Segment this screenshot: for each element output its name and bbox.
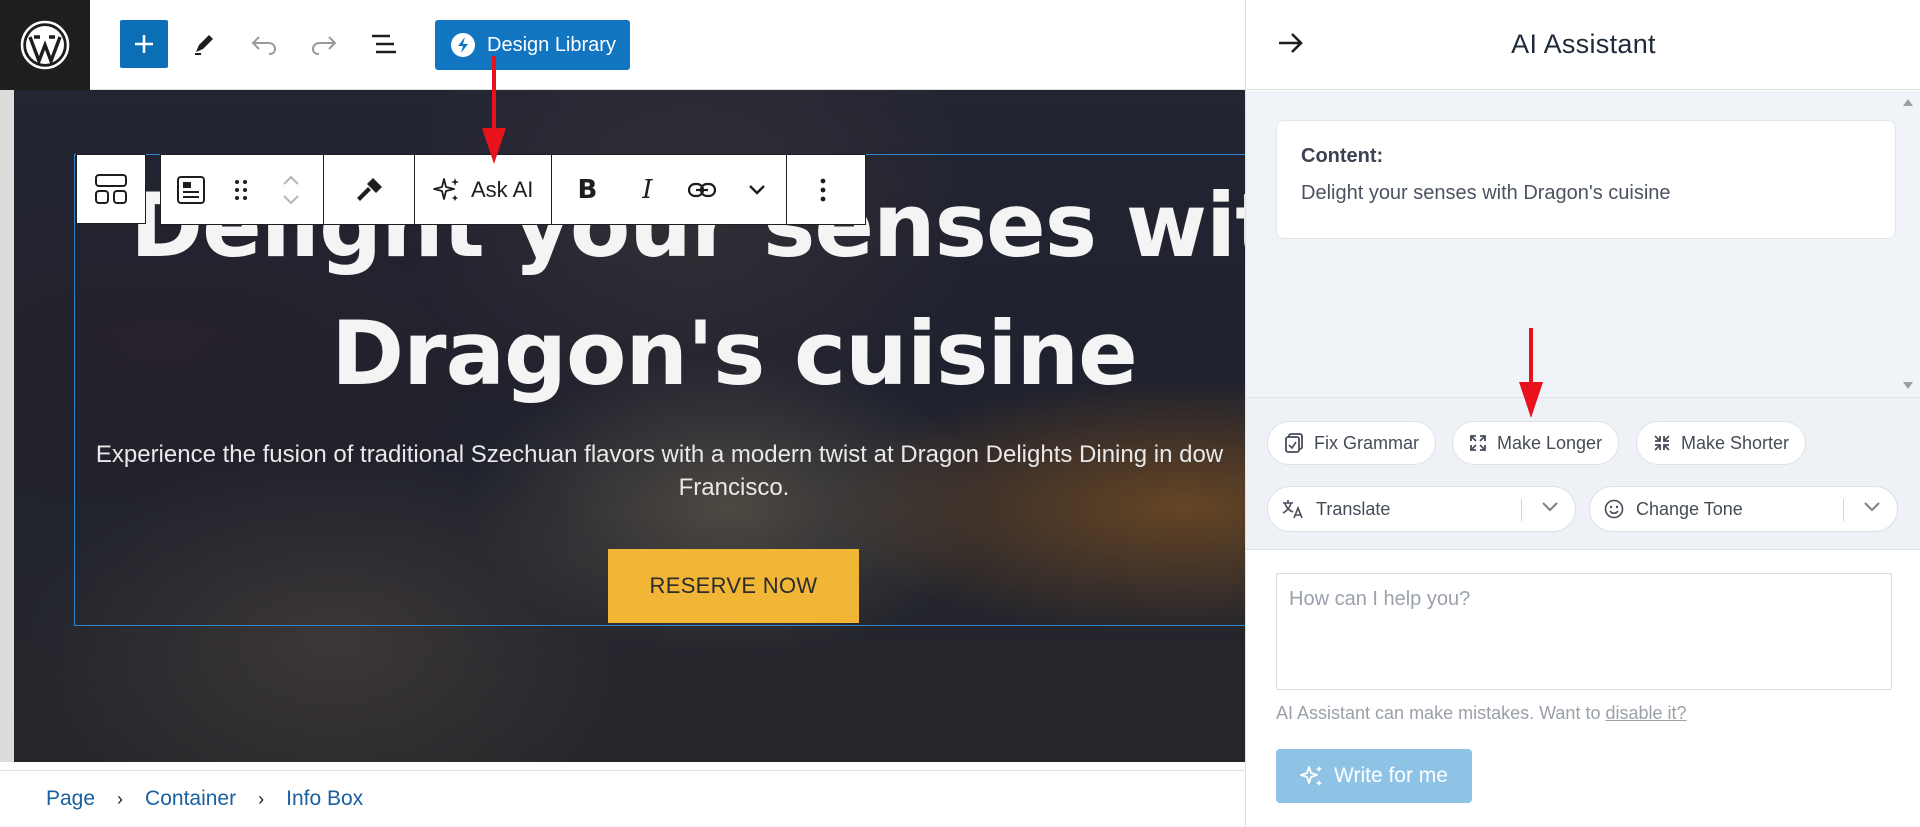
make-shorter-label: Make Shorter xyxy=(1681,432,1790,453)
hero-description[interactable]: Experience the fusion of traditional Sze… xyxy=(74,438,1394,504)
arrow-right-icon[interactable] xyxy=(1276,28,1306,58)
block-toolbar: Ask AI B I xyxy=(160,154,866,225)
content-card: Content: Delight your senses with Dragon… xyxy=(1276,120,1896,239)
expand-icon xyxy=(1470,435,1486,451)
italic-button[interactable]: I xyxy=(622,155,672,224)
redo-icon xyxy=(311,36,337,55)
hero-description-line-1: Experience the fusion of traditional Sze… xyxy=(95,441,1224,468)
ai-actions: Fix Grammar Make Longer Make Shorter Tra… xyxy=(1246,397,1920,550)
document-overview-button[interactable] xyxy=(360,20,408,68)
edit-tool-button[interactable] xyxy=(180,20,228,68)
breadcrumb-item-container[interactable]: Container xyxy=(145,787,236,811)
drag-handle[interactable] xyxy=(221,155,261,224)
bolt-icon xyxy=(451,33,475,57)
change-tone-label: Change Tone xyxy=(1636,498,1743,519)
make-longer-label: Make Longer xyxy=(1497,432,1603,453)
content-text: Delight your senses with Dragon's cuisin… xyxy=(1301,182,1671,204)
annotation-arrow-make-longer xyxy=(1519,328,1543,418)
chevron-down-icon xyxy=(749,184,766,195)
editor-top-toolbar: Design Library xyxy=(90,0,1245,90)
style-copy-button[interactable] xyxy=(324,155,415,224)
translate-label: Translate xyxy=(1316,498,1391,519)
wordpress-logo[interactable] xyxy=(0,0,90,90)
drag-icon xyxy=(235,179,247,200)
bold-icon: B xyxy=(577,174,598,205)
scroll-down-arrow[interactable] xyxy=(1903,382,1913,389)
add-block-button[interactable] xyxy=(120,20,168,68)
italic-icon: I xyxy=(642,174,653,205)
design-library-label: Design Library xyxy=(487,33,616,56)
panel-title: AI Assistant xyxy=(1511,29,1656,59)
block-type-switcher[interactable] xyxy=(76,154,146,224)
ask-ai-label: Ask AI xyxy=(471,176,534,202)
disclaimer: AI Assistant can make mistakes. Want to … xyxy=(1276,703,1687,724)
chevron-down-icon xyxy=(1864,502,1880,512)
chevron-right-icon: › xyxy=(258,788,265,809)
change-tone-select[interactable]: Change Tone xyxy=(1589,486,1898,532)
make-shorter-button[interactable]: Make Shorter xyxy=(1636,421,1807,465)
info-box-block-button[interactable] xyxy=(161,155,221,224)
link-button[interactable] xyxy=(672,155,732,224)
options-button[interactable] xyxy=(787,155,858,224)
prompt-input[interactable]: How can I help you? xyxy=(1276,573,1892,690)
scroll-up-arrow[interactable] xyxy=(1903,99,1913,106)
undo-button[interactable] xyxy=(240,20,288,68)
collapse-icon xyxy=(1654,435,1670,451)
fix-grammar-button[interactable]: Fix Grammar xyxy=(1267,421,1436,465)
paint-brush-icon xyxy=(357,177,382,201)
ai-assistant-panel: AI Assistant Content: Delight your sense… xyxy=(1245,0,1920,827)
link-icon xyxy=(688,182,717,197)
fix-grammar-label: Fix Grammar xyxy=(1314,432,1419,453)
layout-icon xyxy=(95,174,127,204)
redo-button[interactable] xyxy=(300,20,348,68)
ai-content-area: Content: Delight your senses with Dragon… xyxy=(1246,91,1920,397)
chevron-down-icon xyxy=(283,194,299,204)
translate-icon xyxy=(1282,500,1303,519)
undo-icon xyxy=(251,36,277,55)
disable-ai-link[interactable]: disable it? xyxy=(1605,703,1686,723)
content-label: Content: xyxy=(1301,145,1384,167)
breadcrumb-item-page[interactable]: Page xyxy=(46,787,95,811)
hero-description-line-2: Francisco. xyxy=(678,474,790,501)
info-box-icon xyxy=(177,175,205,204)
make-longer-button[interactable]: Make Longer xyxy=(1452,421,1620,465)
design-library-button[interactable]: Design Library xyxy=(435,20,630,70)
block-breadcrumb: Page › Container › Info Box xyxy=(0,770,1245,827)
hero-heading-line-2: Dragon's cuisine xyxy=(331,302,1138,405)
more-rich-text-button[interactable] xyxy=(732,155,782,224)
annotation-arrow-ask-ai xyxy=(482,56,506,164)
chevron-up-icon xyxy=(283,175,299,185)
write-for-me-label: Write for me xyxy=(1334,764,1448,787)
bold-button[interactable]: B xyxy=(552,155,622,224)
list-view-icon xyxy=(372,34,396,54)
translate-select[interactable]: Translate xyxy=(1267,486,1576,532)
pencil-icon xyxy=(195,35,213,55)
chevron-down-icon xyxy=(1542,502,1558,512)
write-for-me-button[interactable]: Write for me xyxy=(1276,749,1472,803)
wordpress-icon xyxy=(20,20,70,70)
prompt-placeholder: How can I help you? xyxy=(1289,588,1471,610)
reserve-now-button[interactable]: RESERVE NOW xyxy=(608,549,859,623)
move-up-down-buttons[interactable] xyxy=(261,155,321,224)
sparkle-icon xyxy=(1300,766,1323,786)
plus-icon xyxy=(135,35,153,53)
disclaimer-text: AI Assistant can make mistakes. Want to xyxy=(1276,703,1601,723)
chevron-right-icon: › xyxy=(117,788,124,809)
panel-header: AI Assistant xyxy=(1246,0,1920,90)
breadcrumb-item-info-box[interactable]: Info Box xyxy=(286,787,363,811)
clipboard-check-icon xyxy=(1285,433,1303,453)
more-vertical-icon xyxy=(820,178,826,201)
sparkle-icon xyxy=(433,177,459,201)
smile-icon xyxy=(1604,499,1624,519)
